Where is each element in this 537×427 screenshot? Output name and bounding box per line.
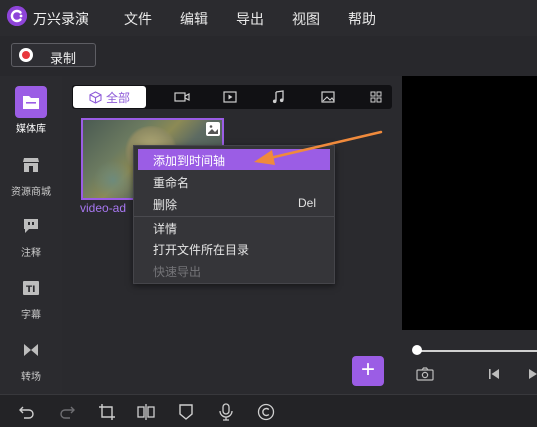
tab-all[interactable]: 全部: [73, 86, 146, 108]
app-logo-icon: [7, 6, 27, 26]
undo-icon[interactable]: [18, 403, 36, 421]
timeline-toolbar: [0, 394, 537, 427]
record-toolbar: 录制: [0, 36, 537, 76]
menu-item-label: 详情: [153, 222, 178, 236]
menu-item-label: 添加到时间轴: [153, 154, 226, 168]
menu-bar: 文件 编辑 导出 视图 帮助: [110, 9, 390, 29]
tab-screen[interactable]: [220, 85, 240, 109]
menu-item-label: 重命名: [153, 176, 190, 190]
play-icon[interactable]: [529, 368, 537, 380]
nav-label-annotation: 注释: [21, 248, 41, 259]
menu-export[interactable]: 导出: [222, 9, 278, 29]
record-icon: [19, 48, 33, 62]
plus-icon: +: [360, 356, 375, 383]
playback-slider-handle[interactable]: [412, 345, 422, 355]
video-camera-icon: [174, 92, 190, 102]
title-bar: 万兴录演 文件 编辑 导出 视图 帮助: [0, 0, 537, 36]
previous-frame-icon[interactable]: [488, 368, 500, 380]
redo-icon[interactable]: [58, 403, 76, 421]
image-icon: [321, 91, 335, 103]
menu-item-add-to-timeline[interactable]: 添加到时间轴: [138, 149, 330, 170]
preview-controls: [402, 330, 537, 394]
nav-label-transition: 转场: [21, 372, 41, 383]
menu-item-label: 快速导出: [153, 265, 202, 279]
menu-item-label: 打开文件所在目录: [153, 243, 250, 257]
menu-view[interactable]: 视图: [278, 9, 334, 29]
menu-item-open-folder[interactable]: 打开文件所在目录: [134, 238, 334, 259]
preview-screen: [402, 76, 537, 330]
comment-icon: [15, 210, 47, 242]
music-note-icon: [272, 90, 284, 104]
folder-icon: [15, 86, 47, 118]
menu-item-details[interactable]: 详情: [134, 217, 334, 238]
record-button-label: 录制: [50, 51, 77, 66]
tab-other[interactable]: [366, 85, 386, 109]
marker-icon[interactable]: [177, 403, 195, 421]
nav-label-store: 资源商城: [11, 187, 51, 198]
playback-slider-track[interactable]: [416, 350, 537, 352]
nav-item-store[interactable]: 资源商城: [0, 149, 62, 198]
microphone-icon[interactable]: [217, 403, 235, 421]
menu-item-label: 删除: [153, 198, 178, 212]
nav-label-media-library: 媒体库: [16, 124, 46, 135]
menu-edit[interactable]: 编辑: [166, 9, 222, 29]
crop-icon[interactable]: [98, 403, 116, 421]
menu-item-quick-export: 快速导出: [134, 260, 334, 281]
menu-item-rename[interactable]: 重命名: [134, 171, 334, 192]
transition-icon: [15, 334, 47, 366]
split-icon[interactable]: [137, 403, 155, 421]
cube-icon: [89, 90, 102, 104]
copyright-icon[interactable]: [257, 403, 275, 421]
tab-all-label: 全部: [105, 90, 130, 105]
tab-video[interactable]: [172, 85, 192, 109]
nav-label-caption: 字幕: [21, 310, 41, 321]
menu-item-delete[interactable]: 删除 Del: [134, 193, 334, 214]
svg-text:TI: TI: [26, 285, 36, 295]
nav-item-annotation[interactable]: 注释: [0, 210, 62, 259]
nav-item-transition[interactable]: 转场: [0, 334, 62, 383]
clip-name: video-ad: [80, 201, 127, 215]
grid-icon: [370, 91, 382, 103]
context-menu: 添加到时间轴 重命名 删除 Del 详情 打开文件所在目录 快速导出: [133, 145, 335, 284]
tab-image[interactable]: [318, 85, 338, 109]
nav-item-caption[interactable]: TI 字幕: [0, 272, 62, 321]
store-icon: [15, 149, 47, 181]
add-media-button[interactable]: +: [352, 356, 384, 386]
tab-audio[interactable]: [268, 85, 288, 109]
left-nav: 媒体库 资源商城 注释 TI 字幕 转场: [0, 76, 62, 394]
play-screen-icon: [223, 91, 237, 103]
app-title: 万兴录演: [33, 11, 89, 27]
nav-item-media-library[interactable]: 媒体库: [0, 86, 62, 135]
image-type-icon: [206, 122, 220, 136]
menu-help[interactable]: 帮助: [334, 9, 390, 29]
media-filter-tabs: 全部: [72, 85, 392, 109]
menu-file[interactable]: 文件: [110, 9, 166, 29]
record-button[interactable]: 录制: [11, 43, 96, 67]
menu-item-shortcut: Del: [297, 196, 316, 210]
caption-icon: TI: [15, 272, 47, 304]
camera-icon[interactable]: [416, 367, 434, 381]
